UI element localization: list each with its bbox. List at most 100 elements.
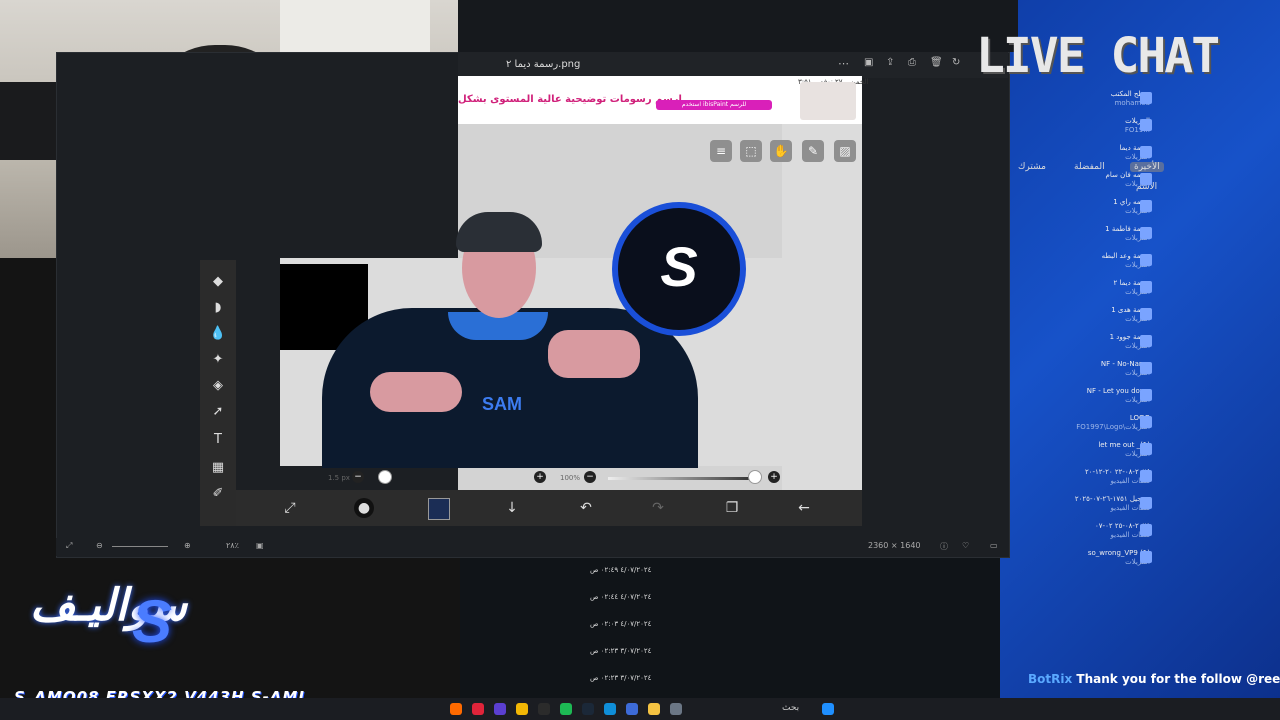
file-item[interactable]: التنزيلات FO19... bbox=[990, 117, 1150, 135]
app-icon[interactable] bbox=[670, 703, 682, 715]
opacity-slider-track[interactable] bbox=[608, 477, 754, 480]
transform-icon[interactable]: ⤢ bbox=[280, 498, 300, 518]
file-icon bbox=[1140, 227, 1152, 239]
expand-icon[interactable]: ⤢ bbox=[66, 541, 72, 551]
rotate-icon[interactable]: ↻ bbox=[952, 57, 960, 68]
more-icon[interactable]: ⋯ bbox=[838, 57, 849, 70]
pencil-icon[interactable]: ✎ bbox=[802, 140, 824, 162]
file-name: رسمه فان سام bbox=[1105, 171, 1150, 179]
file-name: رسمة ديما bbox=[1119, 144, 1150, 152]
eyedropper-icon[interactable]: ✐ bbox=[208, 486, 228, 502]
file-name: تسجيل ١٧٥١-٢٦-٠٧-٢٠٢٥ bbox=[1074, 495, 1150, 503]
selection-icon[interactable]: ⬚ bbox=[740, 140, 762, 162]
steam-icon[interactable] bbox=[582, 703, 594, 715]
edge-icon[interactable] bbox=[604, 703, 616, 715]
file-name: LOGO bbox=[990, 414, 1150, 423]
zoom-slider[interactable] bbox=[112, 546, 168, 547]
image-icon[interactable]: ▨ bbox=[834, 140, 856, 162]
opacity-slider-knob[interactable] bbox=[748, 470, 762, 484]
file-location: ملفات الفيديو bbox=[1110, 531, 1150, 539]
file-item[interactable]: ٢٠٢٤-٠٨-٢٢ ٢٠-١٢-٢٠ملفات الفيديو bbox=[990, 468, 1150, 486]
file-item[interactable]: رسمة وعد البطه التنزيلات bbox=[990, 252, 1150, 270]
file-item[interactable]: رسمة جوود 1 التنزيلات bbox=[990, 333, 1150, 351]
size-slider-knob[interactable] bbox=[378, 470, 392, 484]
file-item[interactable]: رسمة ديما ٢ التنزيلات bbox=[990, 279, 1150, 297]
size-plus-button[interactable]: + bbox=[534, 471, 546, 483]
print-icon[interactable]: ⎙ bbox=[908, 57, 916, 68]
back-arrow-icon[interactable]: ← bbox=[794, 498, 814, 518]
layers-icon[interactable]: ≡ bbox=[710, 140, 732, 162]
taskbar: بحث bbox=[0, 698, 1280, 720]
file-icon bbox=[1140, 470, 1152, 482]
file-location: التنزيلات bbox=[1125, 180, 1150, 188]
file-item[interactable]: ٢٠٢٥-٠٨-٢٥ ٠٢-٠٧ملفات الفيديو bbox=[990, 522, 1150, 540]
file-location: التنزيلات bbox=[1125, 261, 1150, 269]
start-icon[interactable] bbox=[822, 703, 834, 715]
app-icon[interactable] bbox=[472, 703, 484, 715]
layers-panel-icon[interactable]: ❐ bbox=[722, 498, 742, 518]
undo-icon[interactable]: ↶ bbox=[576, 498, 596, 518]
hand-icon[interactable]: ✋ bbox=[770, 140, 792, 162]
file-item[interactable]: LOGOFO1997\Logo\التنزيلات bbox=[990, 414, 1150, 432]
share-icon[interactable]: ⇪ bbox=[886, 57, 894, 68]
artwork-sam-text: SAM bbox=[482, 394, 522, 414]
file-icon bbox=[1140, 146, 1152, 158]
file-item[interactable]: let me out _(1) التنزيلات bbox=[990, 441, 1150, 459]
file-item[interactable]: رسمه فان سام التنزيلات bbox=[990, 171, 1150, 189]
file-item[interactable]: رسمة ديما التنزيلات bbox=[990, 144, 1150, 162]
brush-sliders: 1.5 px − + 100% − + bbox=[280, 470, 782, 488]
date-item: ٤/٠٧/٢٠٢٤ ٠٢:٤٩ ص bbox=[590, 566, 652, 574]
wand-icon[interactable]: ✦ bbox=[208, 352, 228, 368]
redo-icon[interactable]: ↷ bbox=[648, 498, 668, 518]
smudge-icon[interactable]: ◗ bbox=[208, 300, 228, 316]
file-item[interactable]: so_wrong_VP9 (1) التنزيلات bbox=[990, 549, 1150, 567]
download-icon[interactable]: ↓ bbox=[502, 498, 522, 518]
file-icon bbox=[1140, 200, 1152, 212]
taskbar-search[interactable]: بحث bbox=[782, 703, 799, 713]
file-location: FO1997\Logo\التنزيلات bbox=[1076, 423, 1150, 431]
opacity-plus-button[interactable]: + bbox=[768, 471, 780, 483]
canvas-margin: ≡ ⬚ ✋ ✎ ▨ bbox=[710, 124, 862, 490]
date-item: ٤/٠٧/٢٠٢٤ ٠٢:٤٤ ص bbox=[590, 593, 652, 601]
file-item[interactable]: تسجيل ١٧٥١-٢٦-٠٧-٢٠٢٥ ملفات الفيديو bbox=[990, 495, 1150, 513]
file-item[interactable]: رسمة فاطمة 1 التنزيلات bbox=[990, 225, 1150, 243]
file-icon bbox=[1140, 389, 1152, 401]
opacity-minus-button[interactable]: − bbox=[584, 471, 596, 483]
file-item[interactable]: سطح المكتب mohamed bbox=[990, 90, 1150, 108]
chrome-icon[interactable] bbox=[516, 703, 528, 715]
zoom-out-icon[interactable]: ⊖ bbox=[96, 541, 103, 550]
move-icon[interactable]: ➚ bbox=[208, 404, 228, 420]
eraser-icon[interactable]: ◆ bbox=[208, 274, 228, 290]
file-item[interactable]: رسمة هدى 1 التنزيلات bbox=[990, 306, 1150, 324]
file-item[interactable]: رسمه راي 1 التنزيلات bbox=[990, 198, 1150, 216]
terminal-icon[interactable] bbox=[538, 703, 550, 715]
file-item[interactable]: NF - Let you down التنزيلات bbox=[990, 387, 1150, 405]
ad-banner[interactable]: ارسم رسومات توضيحية عالية المستوى بشكل ا… bbox=[458, 76, 868, 124]
app-icon[interactable] bbox=[450, 703, 462, 715]
file-icon bbox=[1140, 173, 1152, 185]
fill-icon[interactable]: ◈ bbox=[208, 378, 228, 394]
app-icon[interactable] bbox=[494, 703, 506, 715]
text-icon[interactable]: T bbox=[208, 432, 228, 448]
zoom-in-icon[interactable]: ⊕ bbox=[184, 541, 191, 550]
app-icon[interactable] bbox=[626, 703, 638, 715]
edit-icon[interactable]: ▣ bbox=[864, 57, 873, 68]
brush-icon[interactable]: ● bbox=[354, 498, 374, 518]
delete-icon[interactable]: 🗑 bbox=[930, 57, 943, 68]
folder-icon[interactable] bbox=[648, 703, 660, 715]
color-swatch[interactable] bbox=[428, 498, 450, 520]
spotify-icon[interactable] bbox=[560, 703, 572, 715]
window-titlebar[interactable]: رسمة ديما ٢.png ⋯ ▣ ⇪ ⎙ 🗑 ↻ bbox=[458, 52, 1008, 78]
file-name: رسمة ديما ٢ bbox=[1113, 279, 1150, 287]
frame-icon[interactable]: ▦ bbox=[208, 460, 228, 476]
live-chat-title: LIVE CHAT bbox=[976, 28, 1220, 84]
file-item[interactable]: NF - No-Name التنزيلات bbox=[990, 360, 1150, 378]
info-icon[interactable]: ⓘ bbox=[940, 541, 948, 552]
fit-icon[interactable]: ▣ bbox=[256, 541, 264, 550]
dimensions-label: 2360 × 1640 bbox=[868, 541, 921, 550]
file-name: رسمة جوود 1 bbox=[1109, 333, 1150, 341]
heart-icon[interactable]: ♡ bbox=[962, 541, 969, 550]
size-minus-button[interactable]: − bbox=[352, 471, 364, 483]
file-location: ملفات الفيديو bbox=[1110, 504, 1150, 512]
blur-icon[interactable]: 💧 bbox=[208, 326, 228, 342]
